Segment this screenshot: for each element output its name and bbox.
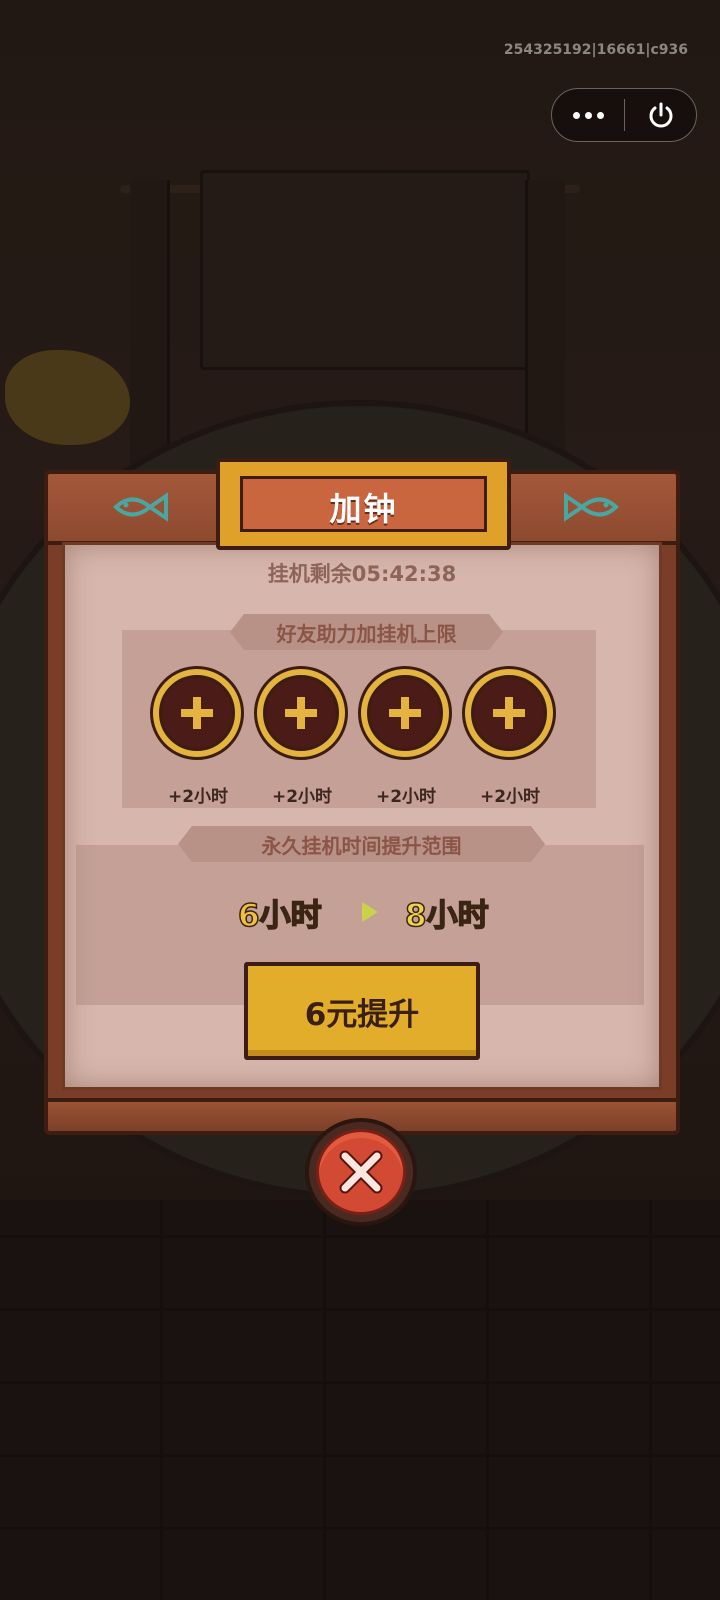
slot-bonus-label: +2小时 <box>271 787 333 807</box>
friend-slot[interactable]: +2小时 <box>462 666 558 807</box>
mini-program-capsule <box>551 88 697 142</box>
plus-icon <box>471 675 547 751</box>
close-x-icon <box>316 1129 406 1215</box>
slot-bonus-label: +2小时 <box>375 787 437 807</box>
idle-time-remaining: 挂机剩余05:42:38 <box>267 562 457 586</box>
invite-friend-button[interactable] <box>462 666 556 760</box>
close-button[interactable] <box>305 1118 417 1226</box>
slot-bonus-label: +2小时 <box>479 787 541 807</box>
plus-icon <box>263 675 339 751</box>
friend-slot[interactable]: +2小时 <box>254 666 350 807</box>
fish-icon <box>112 490 170 524</box>
more-dots-icon[interactable] <box>552 89 624 141</box>
current-hours: 6小时 <box>237 897 322 935</box>
friend-slot[interactable]: +2小时 <box>358 666 454 807</box>
upgrade-heading: 永久挂机时间提升范围 <box>178 826 545 862</box>
dialog-title: 加钟 <box>329 490 398 528</box>
upgrade-button[interactable]: 6元提升 <box>244 962 480 1060</box>
invite-friend-button[interactable] <box>150 666 244 760</box>
invite-friend-button[interactable] <box>254 666 348 760</box>
debug-id-text: 254325192|16661|c936 <box>503 42 688 58</box>
plus-icon <box>367 675 443 751</box>
power-icon[interactable] <box>625 89 696 141</box>
fish-icon <box>562 490 620 524</box>
arrow-right-icon <box>360 900 380 928</box>
invite-friend-button[interactable] <box>358 666 452 760</box>
title-plate: 加钟 <box>216 458 511 550</box>
friend-help-heading: 好友助力加挂机上限 <box>230 614 503 650</box>
upgraded-hours: 8小时 <box>404 897 489 935</box>
plus-icon <box>159 675 235 751</box>
friend-slot[interactable]: +2小时 <box>150 666 246 807</box>
slot-bonus-label: +2小时 <box>167 787 229 807</box>
